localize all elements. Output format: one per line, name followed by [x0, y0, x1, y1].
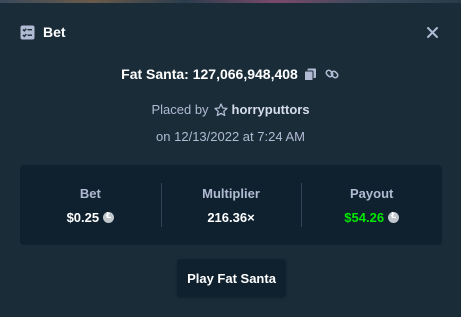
litecoin-icon [103, 211, 115, 223]
play-game-button[interactable]: Play Fat Santa [177, 259, 286, 297]
stat-multiplier: Multiplier 216.36× [160, 165, 302, 245]
placed-by-label: Placed by [151, 102, 209, 117]
star-icon [213, 102, 228, 117]
multiplier-label: Multiplier [202, 185, 260, 201]
modal-title: Bet [43, 24, 66, 40]
username-link[interactable]: horryputtors [232, 102, 310, 117]
bet-date: on 12/13/2022 at 7:24 AM [156, 129, 305, 144]
modal-header: Bet [20, 23, 441, 41]
bet-stats-panel: Bet $0.25 Multiplier 216.36× Payout $54.… [20, 165, 442, 245]
bet-amount: $0.25 [66, 209, 100, 225]
game-id-text: Fat Santa: 127,066,948,408 [121, 66, 298, 82]
payout-label: Payout [350, 185, 394, 201]
multiplier-value-row: 216.36× [207, 210, 254, 225]
stat-payout: Payout $54.26 [301, 165, 442, 245]
close-icon[interactable] [423, 23, 441, 41]
bet-slip-icon [20, 25, 35, 40]
placed-by-line: Placed by horryputtors [0, 102, 461, 117]
game-id-line: Fat Santa: 127,066,948,408 [0, 66, 461, 82]
bet-modal: Bet Fat Santa: 127,066,948,408 Placed by [0, 3, 461, 317]
bet-value-row: $0.25 [67, 210, 115, 225]
multiplier-value: 216.36× [207, 209, 255, 225]
payout-amount: $54.26 [344, 209, 385, 225]
copy-icon[interactable] [303, 66, 319, 82]
payout-value-row: $54.26 [344, 209, 400, 225]
litecoin-icon [388, 211, 400, 223]
link-icon[interactable] [324, 66, 340, 82]
stat-bet: Bet $0.25 [20, 165, 161, 245]
bet-label: Bet [79, 185, 101, 201]
